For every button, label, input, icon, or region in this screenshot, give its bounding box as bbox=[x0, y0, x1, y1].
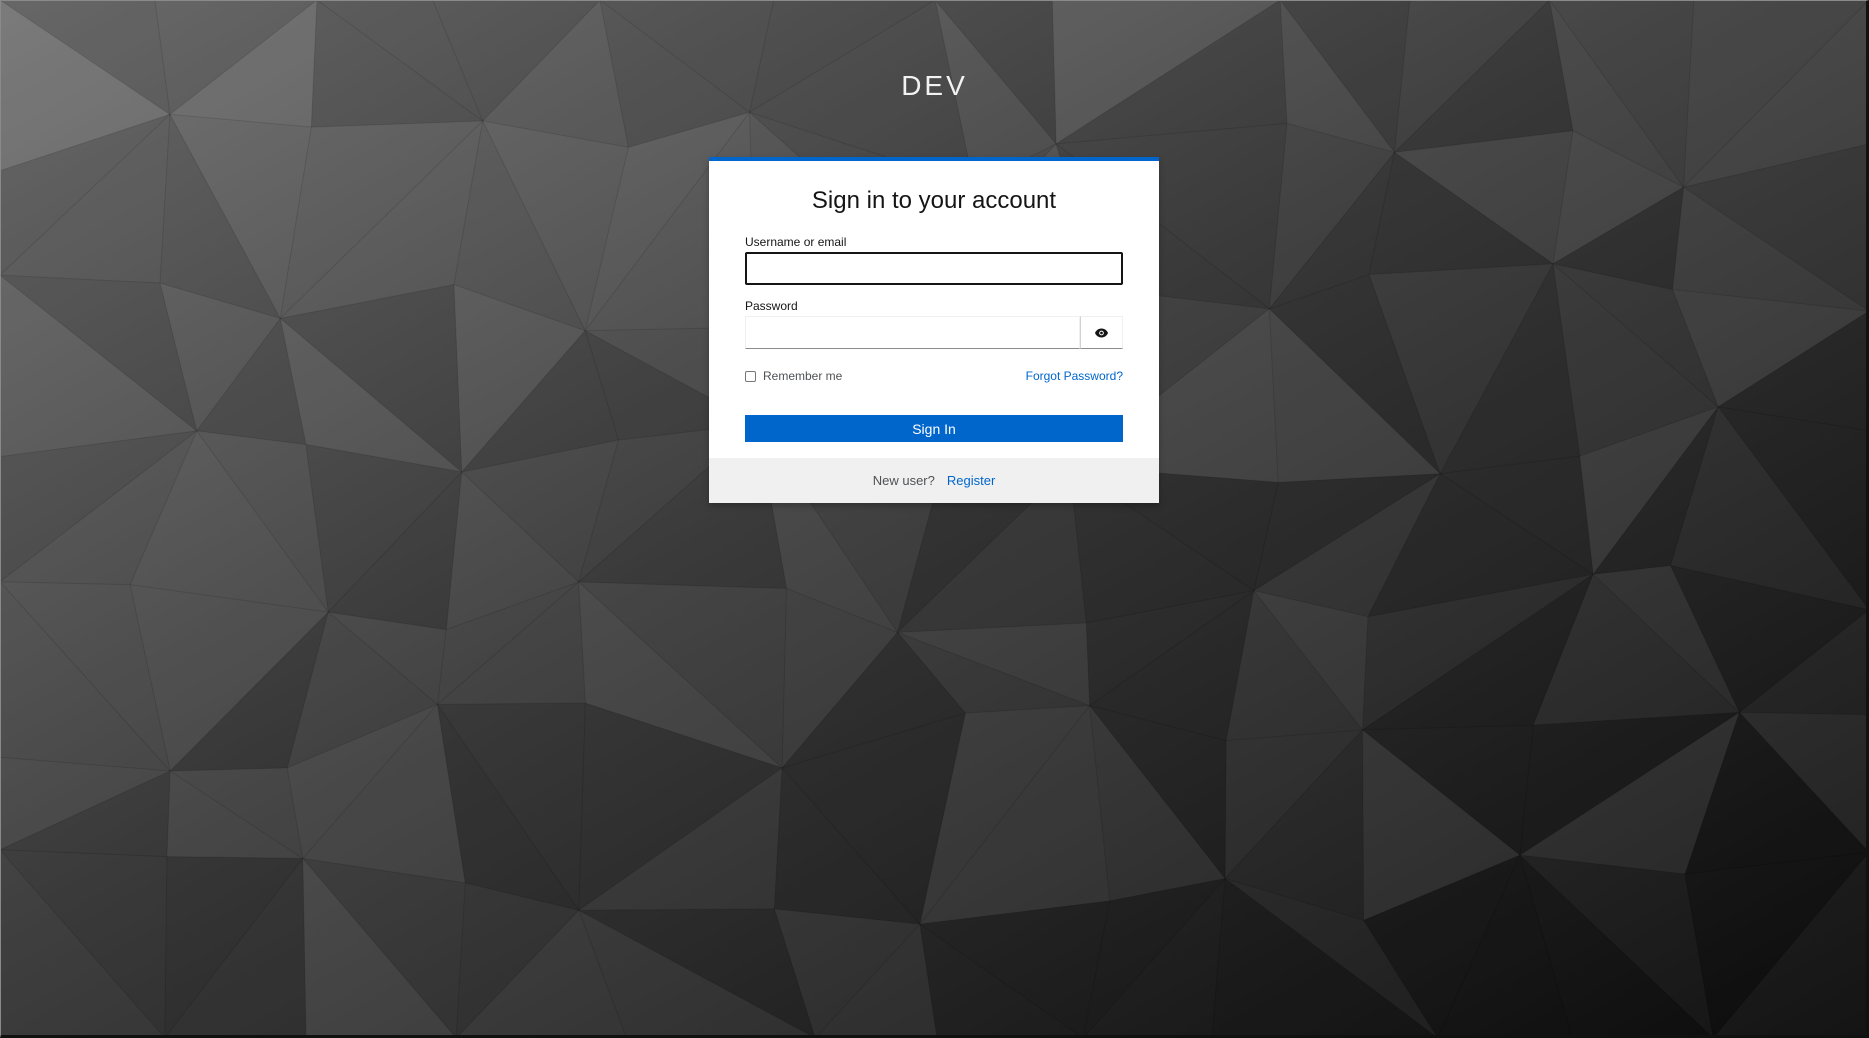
register-footer: New user? Register bbox=[709, 458, 1159, 503]
login-form: Sign in to your account Username or emai… bbox=[709, 161, 1159, 458]
realm-title: DEV bbox=[901, 70, 968, 101]
remember-me-label: Remember me bbox=[763, 369, 843, 383]
options-row: Remember me Forgot Password? bbox=[745, 367, 1123, 385]
username-input[interactable] bbox=[745, 252, 1123, 285]
password-input[interactable] bbox=[745, 316, 1080, 349]
remember-me-checkbox[interactable] bbox=[745, 370, 756, 382]
remember-me[interactable]: Remember me bbox=[745, 369, 842, 383]
login-card: Sign in to your account Username or emai… bbox=[709, 157, 1159, 503]
password-row bbox=[745, 316, 1123, 349]
password-label: Password bbox=[745, 299, 798, 313]
background-pattern bbox=[0, 0, 1869, 1038]
eye-icon bbox=[1095, 328, 1108, 337]
sign-in-button[interactable]: Sign In bbox=[745, 415, 1123, 442]
password-group: Password bbox=[745, 299, 1123, 349]
username-label: Username or email bbox=[745, 235, 847, 249]
forgot-password-link[interactable]: Forgot Password? bbox=[1026, 369, 1123, 383]
username-group: Username or email bbox=[745, 235, 1123, 285]
page-title: Sign in to your account bbox=[811, 187, 1057, 214]
register-link[interactable]: Register bbox=[947, 473, 995, 488]
show-password-button[interactable] bbox=[1080, 316, 1123, 349]
new-user-text: New user? bbox=[872, 473, 935, 488]
